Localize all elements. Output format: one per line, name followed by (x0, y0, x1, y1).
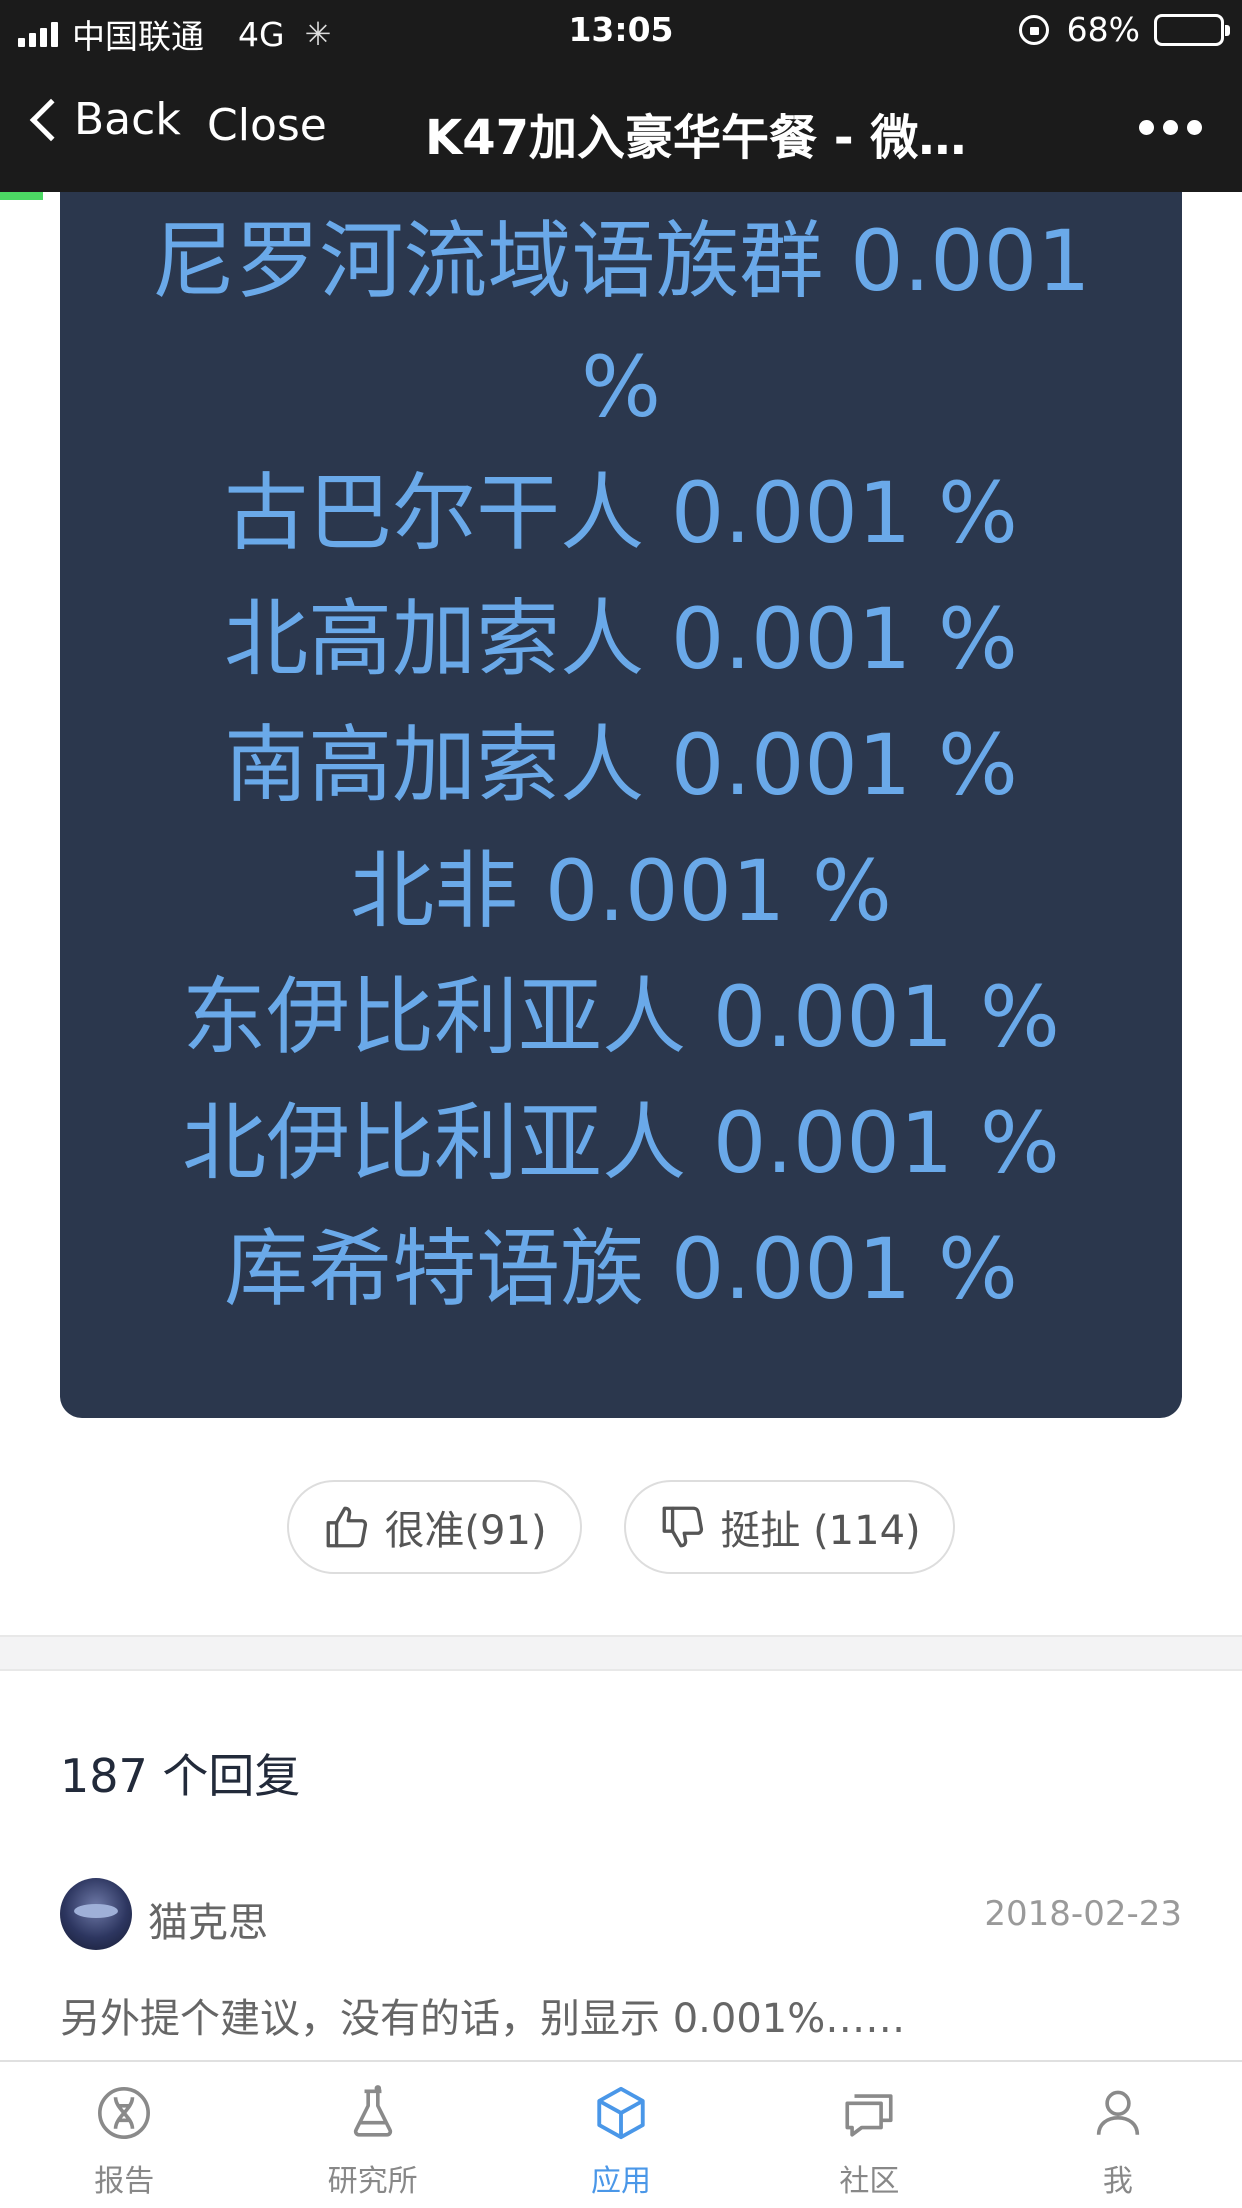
tab-label: 应用 (591, 2164, 652, 2199)
result-line: 南高加索人 0.001 % (224, 716, 1018, 814)
tab-apps[interactable]: 应用 (497, 2062, 745, 2208)
avatar[interactable] (60, 1878, 132, 1950)
battery-percent: 68% (1066, 10, 1140, 49)
comment-date: 2018-02-23 (984, 1894, 1182, 1934)
dna-icon (98, 2087, 151, 2139)
chat-icon (845, 2094, 893, 2137)
chevron-left-icon (29, 98, 73, 141)
flask-icon (353, 2085, 392, 2137)
upvote-label: 很准(91) (384, 1508, 547, 1554)
result-line: 库希特语族 0.001 % (224, 1220, 1018, 1318)
tab-label: 报告 (94, 2164, 155, 2199)
comment-text: 另外提个建议，没有的话，别显示 0.001%…… (60, 1996, 906, 2042)
ancestry-results-card: 尼罗河流域语族群 0.001 % 古巴尔干人 0.001 % 北高加索人 0.0… (60, 192, 1182, 1418)
nav-bar: Back Close K47加入豪华午餐 - 微… (0, 64, 1242, 192)
bottom-tab-bar: 报告 研究所 应用 社区 我 (0, 2060, 1242, 2208)
person-icon (1096, 2090, 1139, 2135)
result-line: 尼罗河流域语族群 0.001 (151, 212, 1091, 310)
result-line: 古巴尔干人 0.001 % (224, 464, 1018, 562)
comment-author[interactable]: 猫克思 (148, 1890, 268, 1948)
tab-label: 社区 (839, 2164, 900, 2199)
result-line: % (581, 338, 661, 436)
tab-report[interactable]: 报告 (0, 2062, 248, 2208)
tab-research[interactable]: 研究所 (248, 2062, 496, 2208)
result-line: 北非 0.001 % (350, 842, 892, 940)
section-divider (0, 1635, 1242, 1671)
more-options-icon[interactable] (1139, 120, 1202, 135)
result-line: 北伊比利亚人 0.001 % (182, 1094, 1060, 1192)
page-title: K47加入豪华午餐 - 微… (425, 110, 967, 166)
status-bar: 中国联通 4G ✳ 13:05 68% (0, 0, 1242, 64)
result-line: 北高加索人 0.001 % (224, 590, 1018, 688)
cube-icon (597, 2086, 645, 2140)
page-load-progress-fill (0, 192, 44, 200)
tab-label: 我 (1102, 2164, 1133, 2199)
thumbs-up-icon (327, 1506, 368, 1548)
battery-icon (1154, 13, 1230, 46)
back-label: Back (74, 94, 181, 145)
back-button[interactable]: Back (24, 94, 181, 145)
thumbs-down-icon (662, 1506, 704, 1548)
rotation-lock-icon (1018, 14, 1049, 45)
downvote-label: 挺扯 (114) (720, 1508, 921, 1554)
tab-label: 研究所 (327, 2164, 418, 2199)
upvote-button[interactable]: 很准(91) (287, 1480, 582, 1574)
result-line: 东伊比利亚人 0.001 % (182, 968, 1060, 1066)
tab-me[interactable]: 我 (994, 2062, 1242, 2208)
status-right: 68% (1018, 10, 1230, 49)
downvote-button[interactable]: 挺扯 (114) (624, 1480, 955, 1574)
reply-count: 187 个回复 (60, 1749, 301, 1803)
close-button[interactable]: Close (207, 100, 327, 151)
tab-community[interactable]: 社区 (745, 2062, 993, 2208)
